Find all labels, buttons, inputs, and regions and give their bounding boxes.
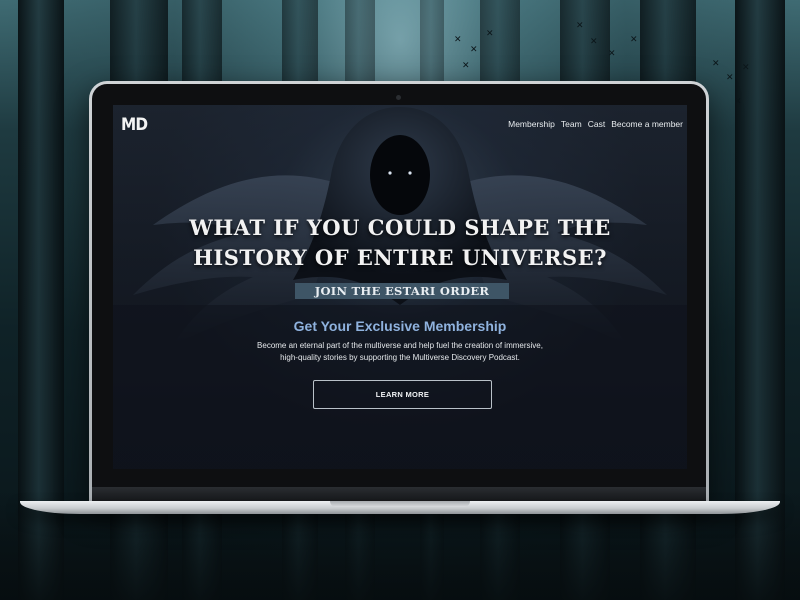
camera-icon <box>396 95 401 100</box>
bird-icon: ✕ <box>462 61 470 71</box>
membership-title: Get Your Exclusive Membership <box>293 318 507 334</box>
bird-icon: ✕ <box>454 35 462 45</box>
headline-line-1: WHAT IF YOU COULD SHAPE THE <box>189 215 611 240</box>
bird-icon: ✕ <box>630 35 638 45</box>
bird-icon: ✕ <box>470 45 478 55</box>
bird-icon: ✕ <box>590 37 598 47</box>
forest-background: ✕ ✕ ✕ ✕ ✕ ✕ ✕ ✕ ✕ ✕ ✕ ✕ MD Membership Te… <box>0 0 800 600</box>
bird-icon: ✕ <box>576 21 584 31</box>
bird-icon: ✕ <box>486 29 494 39</box>
bird-icon: ✕ <box>726 73 734 83</box>
description-line-2: high-quality stories by supporting the M… <box>280 353 520 362</box>
laptop-hinge <box>92 487 706 501</box>
headline-line-2: HISTORY OF ENTIRE UNIVERSE? <box>193 245 607 270</box>
description-line-1: Become an eternal part of the multiverse… <box>257 341 543 350</box>
laptop-notch <box>330 501 470 507</box>
bird-icon: ✕ <box>742 63 750 73</box>
website-screen: MD Membership Team Cast Become a member … <box>113 105 687 469</box>
site-logo[interactable]: MD <box>121 115 148 135</box>
learn-more-button[interactable]: LEARN MORE <box>313 380 492 409</box>
top-nav: Membership Team Cast Become a member <box>508 119 683 129</box>
hero-headline: WHAT IF YOU COULD SHAPE THE HISTORY OF E… <box>113 213 687 273</box>
nav-become-member[interactable]: Become a member <box>611 119 683 129</box>
bird-icon: ✕ <box>734 97 742 107</box>
bird-icon: ✕ <box>712 59 720 69</box>
nav-cast[interactable]: Cast <box>588 119 605 129</box>
laptop-chin <box>92 469 706 487</box>
nav-membership[interactable]: Membership <box>508 119 555 129</box>
join-banner: JOIN THE ESTARI ORDER <box>295 283 509 299</box>
bird-icon: ✕ <box>608 49 616 59</box>
membership-description: Become an eternal part of the multiverse… <box>233 340 567 364</box>
nav-team[interactable]: Team <box>561 119 582 129</box>
